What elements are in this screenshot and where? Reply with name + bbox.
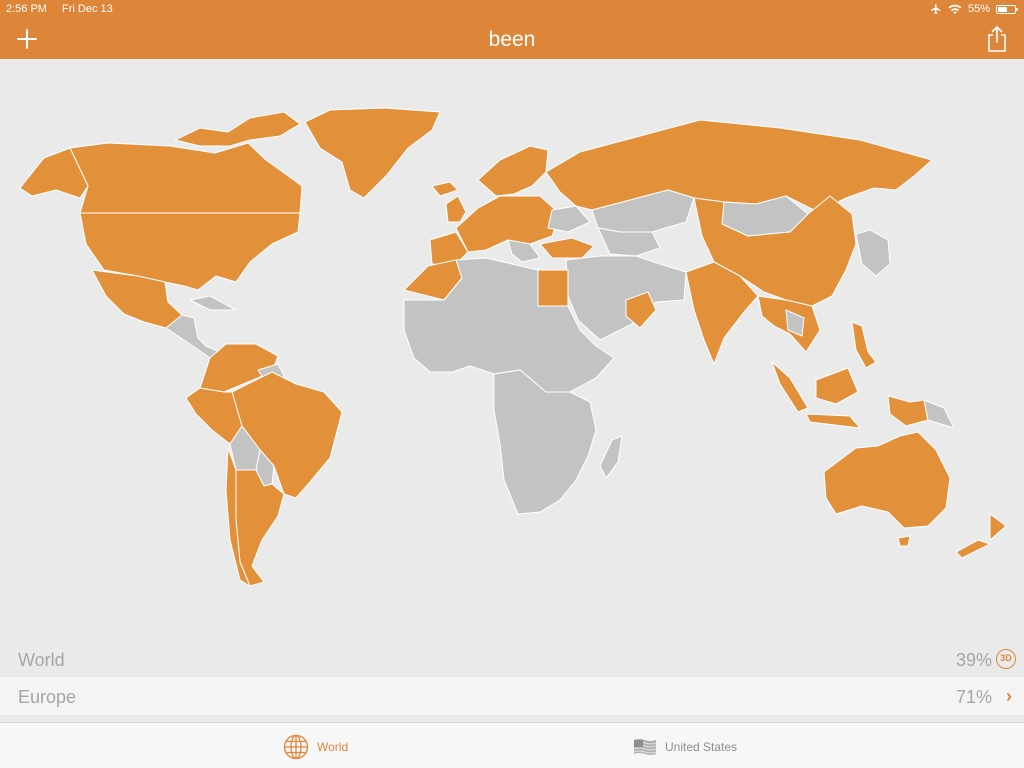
wifi-icon (948, 4, 962, 14)
battery-icon (996, 4, 1018, 14)
philippines[interactable] (851, 321, 877, 369)
share-icon (988, 25, 1006, 52)
new-guinea[interactable] (887, 395, 929, 427)
borneo-java[interactable] (805, 367, 861, 429)
status-bar: 2:56 PM Fri Dec 13 55% (0, 0, 1024, 20)
madagascar[interactable] (599, 435, 623, 479)
cuba[interactable] (189, 295, 237, 311)
papua-new-guinea[interactable] (923, 399, 955, 429)
europe-label: Europe (18, 687, 77, 707)
globe-icon (283, 734, 309, 760)
tab-bar: World United States (0, 722, 1024, 768)
arctic-islands[interactable] (174, 111, 301, 147)
central-america[interactable] (165, 314, 221, 359)
page-title: been (488, 28, 536, 51)
country-canada[interactable] (69, 142, 303, 214)
country-turkey[interactable] (539, 237, 595, 259)
greenland[interactable] (304, 107, 441, 199)
battery-percent: 55% (967, 3, 990, 15)
world-stats-row: World 39% 3D (0, 640, 1024, 678)
middle-east[interactable] (565, 255, 687, 341)
sumatra[interactable] (771, 361, 809, 413)
central-asia[interactable] (597, 227, 661, 257)
airplane-icon (930, 4, 941, 14)
world-map[interactable] (0, 59, 1024, 639)
tab-world-label: World (317, 740, 349, 754)
status-date: Fri Dec 13 (62, 3, 113, 15)
uk-ireland[interactable] (445, 195, 467, 223)
world-label: World (18, 650, 65, 670)
balkans[interactable] (507, 239, 541, 263)
world-percent: 39% (955, 650, 992, 670)
southern-africa[interactable] (493, 369, 597, 515)
tasmania[interactable] (897, 535, 911, 547)
share-button[interactable] (986, 25, 1008, 53)
status-right: 55% (930, 3, 1018, 15)
country-australia[interactable] (823, 431, 951, 529)
country-egypt[interactable] (537, 269, 569, 307)
tab-united-states-label: United States (665, 740, 738, 754)
tab-united-states[interactable]: United States (633, 733, 737, 761)
country-peru-ecuador[interactable] (185, 387, 243, 445)
scandinavia[interactable] (477, 145, 549, 197)
chevron-right-icon: › (1006, 686, 1012, 706)
tab-world[interactable]: World (283, 733, 348, 761)
3d-globe-button[interactable]: 3D (996, 649, 1016, 669)
status-time: 2:56 PM (6, 3, 47, 15)
country-russia[interactable] (545, 119, 933, 213)
nav-bar: been (0, 20, 1024, 59)
world-map-svg[interactable] (0, 59, 1024, 639)
europe-percent: 71% (955, 687, 992, 707)
korea-japan[interactable] (855, 229, 891, 277)
status-left: 2:56 PM Fri Dec 13 (6, 3, 125, 15)
new-zealand[interactable] (955, 513, 1007, 559)
battery-fill (998, 6, 1007, 12)
country-ukraine[interactable] (547, 205, 591, 233)
iceland[interactable] (431, 181, 459, 197)
us-flag-icon (633, 739, 657, 755)
europe-stats-row[interactable]: Europe 71% › (0, 677, 1024, 715)
